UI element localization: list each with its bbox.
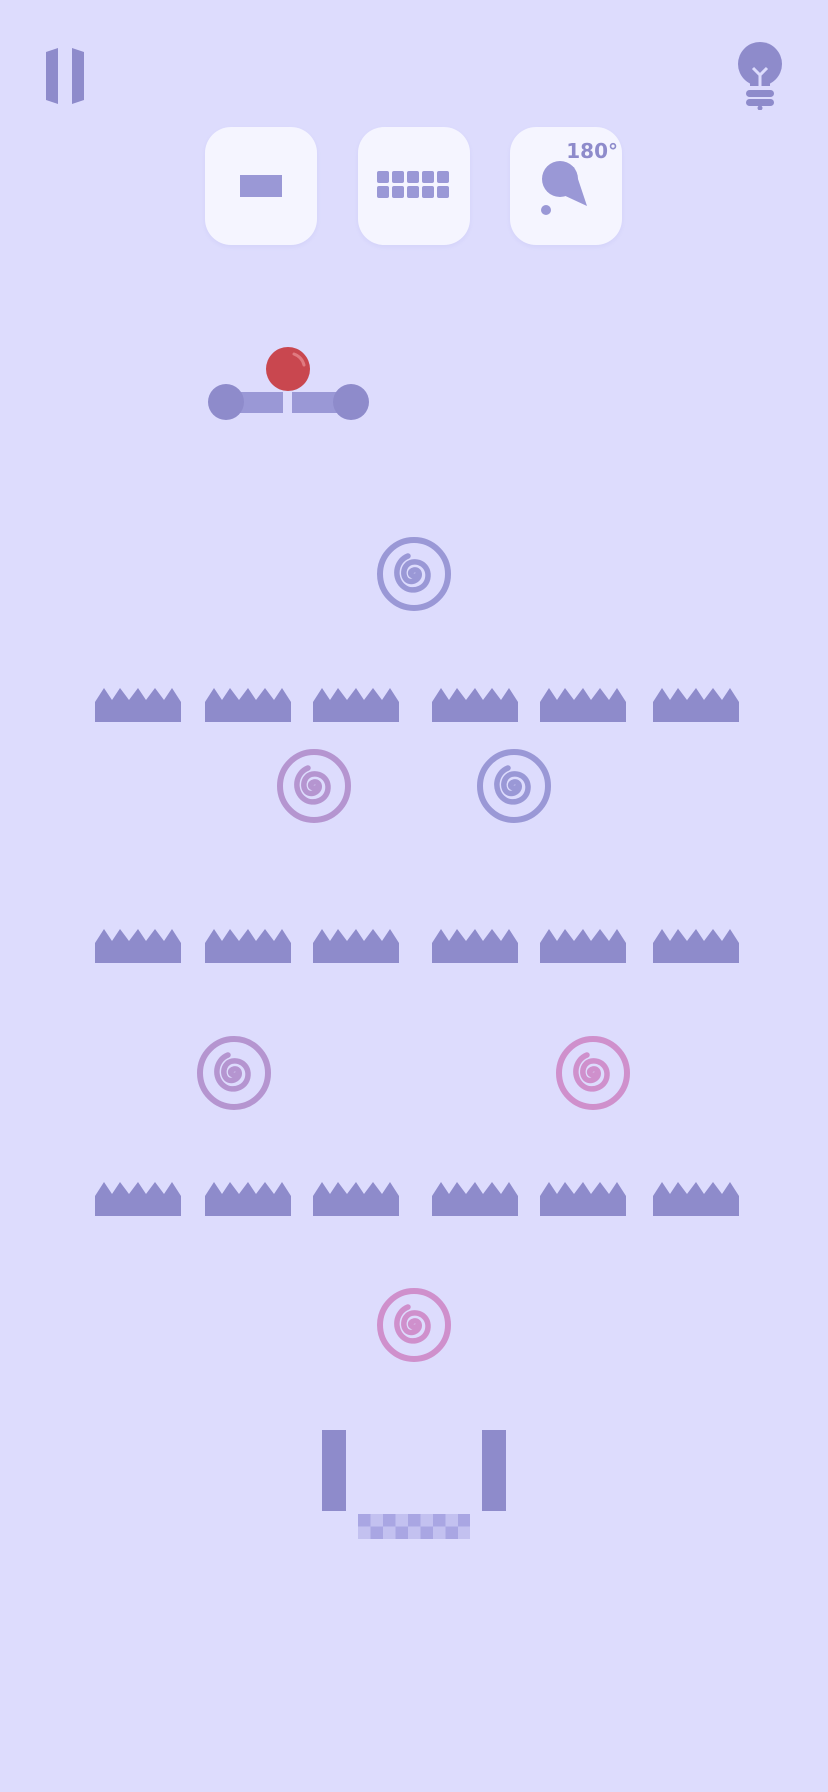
spike-hazard [432, 686, 518, 722]
spike-hazard [313, 686, 399, 722]
swirl-portal [197, 1036, 271, 1110]
goal-finish-zone [358, 1514, 470, 1539]
spike-hazard [432, 1180, 518, 1216]
spike-hazard [205, 686, 291, 722]
swirl-portal [556, 1036, 630, 1110]
swirl-portal [477, 749, 551, 823]
spike-hazard [205, 927, 291, 963]
spike-hazard [540, 1180, 626, 1216]
brick-grid-icon [377, 171, 449, 198]
goal-left-wall [322, 1430, 346, 1511]
cannon-icon [541, 161, 587, 215]
spike-hazard [540, 686, 626, 722]
spike-hazard [653, 686, 739, 722]
swirl-portal [277, 749, 351, 823]
cannon-angle-label: 180° [566, 139, 618, 163]
spike-hazard [653, 927, 739, 963]
pause-button[interactable] [44, 48, 92, 104]
swirl-portal [377, 537, 451, 611]
goal-right-wall [482, 1430, 506, 1511]
tool-brick-grid-button[interactable] [358, 127, 470, 245]
hint-button[interactable] [736, 42, 784, 111]
spike-hazard [95, 927, 181, 963]
spike-hazard [205, 1180, 291, 1216]
tool-cannon-button[interactable]: 180° [510, 127, 622, 245]
spike-hazard [540, 927, 626, 963]
spike-hazard [653, 1180, 739, 1216]
spike-hazard [95, 686, 181, 722]
swirl-portal [377, 1288, 451, 1362]
lightbulb-icon [738, 42, 782, 111]
pause-icon [46, 48, 84, 104]
spike-hazard [95, 1180, 181, 1216]
red-ball [265, 346, 311, 392]
plank-icon [240, 175, 282, 197]
spike-hazard [313, 1180, 399, 1216]
spike-hazard [313, 927, 399, 963]
tool-plank-button[interactable] [205, 127, 317, 245]
spike-hazard [432, 927, 518, 963]
